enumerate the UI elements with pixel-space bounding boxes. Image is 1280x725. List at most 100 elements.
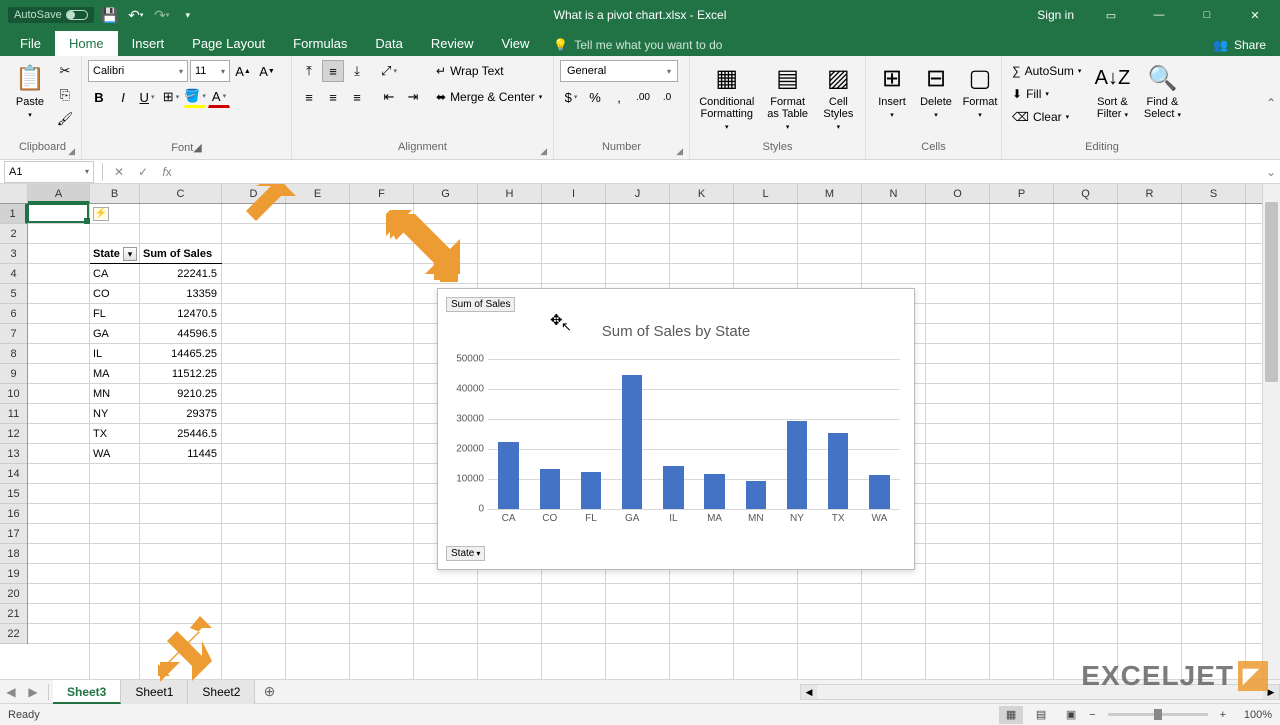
name-box[interactable]: A1▾ bbox=[4, 161, 94, 183]
increase-font-icon[interactable]: A▲ bbox=[232, 60, 254, 82]
row-header[interactable]: 10 bbox=[0, 384, 27, 404]
column-header[interactable]: M bbox=[798, 184, 862, 203]
column-header[interactable]: F bbox=[350, 184, 414, 203]
column-header[interactable]: P bbox=[990, 184, 1054, 203]
align-left-icon[interactable]: ≡ bbox=[298, 86, 320, 108]
column-header[interactable]: N bbox=[862, 184, 926, 203]
column-header[interactable]: K bbox=[670, 184, 734, 203]
save-icon[interactable]: 💾 bbox=[100, 5, 120, 25]
row-header[interactable]: 15 bbox=[0, 484, 27, 504]
normal-view-icon[interactable]: ▦ bbox=[999, 706, 1023, 724]
dialog-launcher-icon[interactable]: ◢ bbox=[193, 142, 201, 154]
cell[interactable]: WA bbox=[90, 444, 138, 464]
enter-formula-icon[interactable]: ✓ bbox=[131, 165, 155, 179]
fill-color-button[interactable]: 🪣 bbox=[184, 86, 206, 108]
tab-home[interactable]: Home bbox=[55, 31, 118, 56]
row-header[interactable]: 9 bbox=[0, 364, 27, 384]
tab-view[interactable]: View bbox=[487, 31, 543, 56]
row-header[interactable]: 16 bbox=[0, 504, 27, 524]
cell[interactable]: 9210.25 bbox=[140, 384, 220, 404]
row-header[interactable]: 19 bbox=[0, 564, 27, 584]
chart-bar[interactable] bbox=[622, 375, 643, 509]
ribbon-options-icon[interactable]: ▭ bbox=[1088, 0, 1134, 30]
font-name-combo[interactable]: Calibri▾ bbox=[88, 60, 188, 82]
row-header[interactable]: 14 bbox=[0, 464, 27, 484]
chart-bar[interactable] bbox=[869, 475, 890, 509]
chart-title[interactable]: Sum of Sales by State bbox=[438, 323, 914, 340]
row-header[interactable]: 1 bbox=[0, 204, 27, 224]
chart-bar[interactable] bbox=[498, 442, 519, 509]
cell[interactable]: 11445 bbox=[140, 444, 220, 464]
border-button[interactable]: ⊞ bbox=[160, 86, 182, 108]
merge-center-button[interactable]: ⬌Merge & Center ▾ bbox=[432, 86, 546, 108]
comma-format-icon[interactable]: , bbox=[608, 86, 630, 108]
new-sheet-button[interactable]: ⊕ bbox=[255, 683, 283, 700]
cell[interactable]: TX bbox=[90, 424, 138, 444]
fill-button[interactable]: ⬇Fill ▾ bbox=[1008, 83, 1053, 105]
delete-cells-button[interactable]: ⊟Delete▾ bbox=[916, 60, 956, 122]
column-header[interactable]: G bbox=[414, 184, 478, 203]
formula-input[interactable] bbox=[179, 161, 1262, 183]
format-cells-button[interactable]: ▢Format▾ bbox=[960, 60, 1000, 122]
tab-page-layout[interactable]: Page Layout bbox=[178, 31, 279, 56]
column-header[interactable]: S bbox=[1182, 184, 1246, 203]
worksheet-grid[interactable]: ABCDEFGHIJKLMNOPQRS 12345678910111213141… bbox=[0, 184, 1280, 679]
insert-cells-button[interactable]: ⊞Insert▾ bbox=[872, 60, 912, 122]
row-header[interactable]: 22 bbox=[0, 624, 27, 644]
sheet-tab-sheet2[interactable]: Sheet2 bbox=[188, 680, 255, 704]
tab-file[interactable]: File bbox=[6, 31, 55, 56]
column-header[interactable]: L bbox=[734, 184, 798, 203]
format-as-table-button[interactable]: ▤Format as Table ▾ bbox=[762, 60, 814, 134]
align-middle-icon[interactable]: ≡ bbox=[322, 60, 344, 82]
sheet-nav-next-icon[interactable]: ▶ bbox=[22, 685, 44, 699]
cell[interactable]: MA bbox=[90, 364, 138, 384]
decrease-decimal-icon[interactable]: .0 bbox=[656, 86, 678, 108]
chart-bar[interactable] bbox=[746, 481, 767, 509]
cell[interactable]: 22241.5 bbox=[140, 264, 220, 284]
column-header[interactable]: H bbox=[478, 184, 542, 203]
cell[interactable]: CA bbox=[90, 264, 138, 284]
pivot-chart[interactable]: Sum of Sales Sum of Sales by State 01000… bbox=[437, 288, 915, 570]
row-header[interactable]: 12 bbox=[0, 424, 27, 444]
cell[interactable]: 29375 bbox=[140, 404, 220, 424]
row-header[interactable]: 6 bbox=[0, 304, 27, 324]
bold-button[interactable]: B bbox=[88, 86, 110, 108]
cell[interactable]: NY bbox=[90, 404, 138, 424]
pivot-filter-dropdown[interactable]: ▾ bbox=[123, 247, 137, 261]
font-size-combo[interactable]: 11▾ bbox=[190, 60, 230, 82]
paste-button[interactable]: 📋 Paste ▾ bbox=[10, 60, 50, 122]
column-header[interactable]: R bbox=[1118, 184, 1182, 203]
cell[interactable]: 11512.25 bbox=[140, 364, 220, 384]
column-header[interactable]: J bbox=[606, 184, 670, 203]
conditional-formatting-button[interactable]: ▦Conditional Formatting ▾ bbox=[696, 60, 758, 134]
column-header[interactable]: E bbox=[286, 184, 350, 203]
expand-formula-icon[interactable]: ⌄ bbox=[1262, 165, 1280, 179]
row-header[interactable]: 5 bbox=[0, 284, 27, 304]
column-header[interactable]: D bbox=[222, 184, 286, 203]
cell[interactable]: MN bbox=[90, 384, 138, 404]
column-header[interactable]: O bbox=[926, 184, 990, 203]
dialog-launcher-icon[interactable]: ◢ bbox=[676, 146, 683, 157]
tab-formulas[interactable]: Formulas bbox=[279, 31, 361, 56]
chart-bar[interactable] bbox=[581, 472, 602, 509]
chart-bar[interactable] bbox=[663, 466, 684, 509]
row-header[interactable]: 17 bbox=[0, 524, 27, 544]
active-cell[interactable] bbox=[27, 203, 89, 223]
percent-format-icon[interactable]: % bbox=[584, 86, 606, 108]
dialog-launcher-icon[interactable]: ◢ bbox=[68, 146, 75, 157]
cell-styles-button[interactable]: ▨Cell Styles ▾ bbox=[818, 60, 859, 134]
sheet-nav-prev-icon[interactable]: ◀ bbox=[0, 685, 22, 699]
decrease-font-icon[interactable]: A▼ bbox=[256, 60, 278, 82]
cell[interactable]: 12470.5 bbox=[140, 304, 220, 324]
wrap-text-button[interactable]: ↵Wrap Text bbox=[432, 60, 508, 82]
cell[interactable]: CO bbox=[90, 284, 138, 304]
fx-icon[interactable]: fx bbox=[155, 165, 179, 179]
font-color-button[interactable]: A bbox=[208, 86, 230, 108]
row-header[interactable]: 18 bbox=[0, 544, 27, 564]
share-button[interactable]: 👥 Share bbox=[1213, 38, 1280, 56]
autosave-toggle[interactable]: AutoSave bbox=[8, 7, 94, 23]
chart-bar[interactable] bbox=[828, 433, 849, 509]
signin-link[interactable]: Sign in bbox=[1025, 8, 1086, 22]
chart-bar[interactable] bbox=[704, 474, 725, 509]
quick-analysis-icon[interactable]: ⚡ bbox=[93, 207, 109, 221]
